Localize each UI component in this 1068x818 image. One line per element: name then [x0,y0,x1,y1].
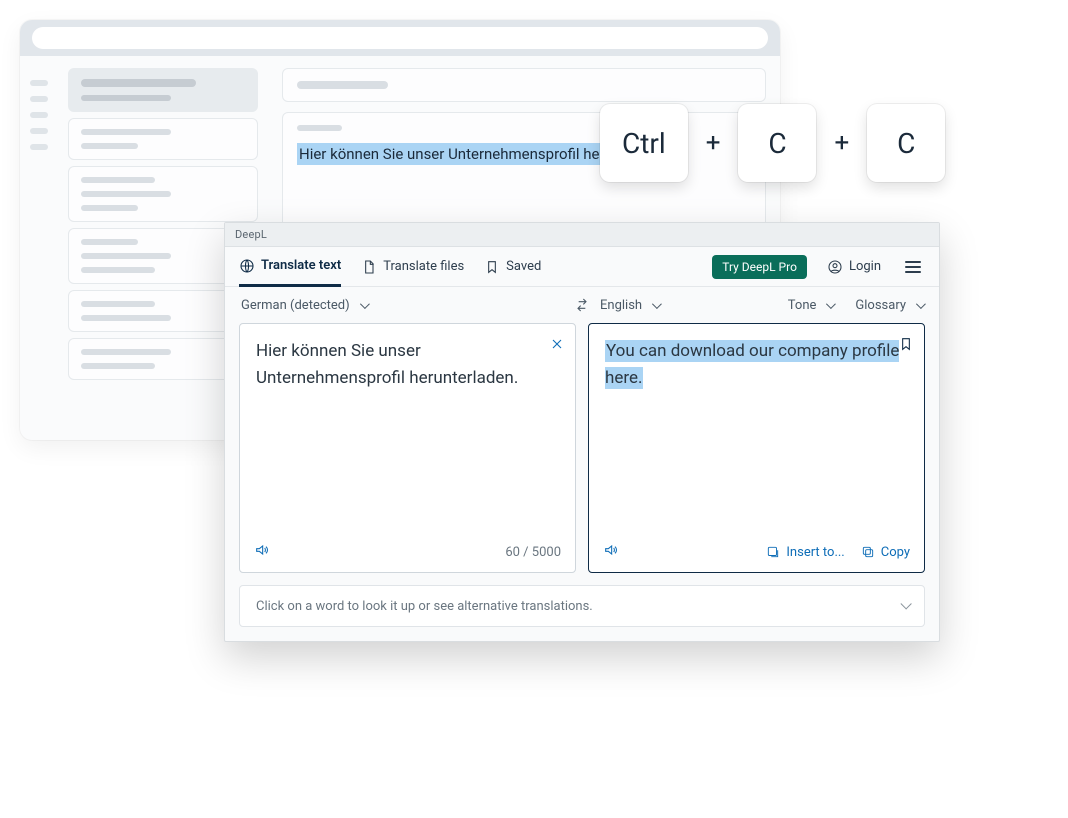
target-pane: You can download our company profile her… [588,323,925,573]
keyboard-shortcut: Ctrl + C + C [600,104,945,182]
file-icon [361,259,377,275]
listen-target-button[interactable] [603,542,619,562]
tab-translate-text[interactable]: Translate text [239,248,341,287]
save-translation-button[interactable] [898,334,914,361]
browser-rail [20,56,58,440]
clear-source-button[interactable] [549,334,565,360]
insert-to-label: Insert to... [786,545,844,560]
source-text: Hier können Sie unser Unternehmensprofil… [256,341,518,388]
browser-url-input[interactable] [32,27,768,49]
copy-button[interactable]: Copy [861,545,910,560]
try-deepl-pro-button[interactable]: Try DeepL Pro [712,255,807,279]
tab-translate-files-label: Translate files [383,259,464,274]
glossary-select[interactable]: Glossary [855,298,923,313]
source-pane: Hier können Sie unser Unternehmensprofil… [239,323,576,573]
source-language-select[interactable]: German (detected) [241,298,564,313]
char-count: 60 / 5000 [505,545,561,560]
target-text-area[interactable]: You can download our company profile her… [589,324,924,532]
browser-url-bar [20,20,780,56]
user-icon [827,259,843,275]
login-button[interactable]: Login [827,259,881,275]
tone-select[interactable]: Tone [788,298,834,313]
deepl-app-window: DeepL Translate text Translate files Sav… [224,222,940,642]
bookmark-icon [898,336,914,352]
copy-icon [861,545,875,559]
target-text: You can download our company profile her… [605,340,899,389]
insert-icon [766,545,780,559]
dictionary-hint-text: Click on a word to look it up or see alt… [256,599,593,614]
tab-translate-text-label: Translate text [261,258,341,273]
target-language-select[interactable]: English [600,298,659,313]
menu-button[interactable] [901,257,925,277]
globe-icon [239,258,255,274]
tab-saved[interactable]: Saved [484,247,541,286]
speaker-icon [254,542,270,558]
source-text-area[interactable]: Hier können Sie unser Unternehmensprofil… [240,324,575,532]
insert-to-button[interactable]: Insert to... [766,545,844,560]
speaker-icon [603,542,619,558]
menu-icon [905,261,921,263]
swap-languages-button[interactable] [574,297,590,313]
plus-sign: + [706,128,721,158]
chevron-down-icon [900,598,911,609]
copy-label: Copy [881,545,910,560]
key-ctrl: Ctrl [600,104,688,182]
tab-saved-label: Saved [506,259,541,274]
deepl-titlebar: DeepL [225,223,939,247]
listen-source-button[interactable] [254,542,270,562]
plus-sign: + [834,128,849,158]
close-icon [549,336,565,352]
tab-translate-files[interactable]: Translate files [361,247,464,286]
dictionary-hint-bar[interactable]: Click on a word to look it up or see alt… [239,585,925,627]
key-c-1: C [738,104,816,182]
key-c-2: C [867,104,945,182]
login-label: Login [849,259,881,274]
bookmark-icon [484,259,500,275]
